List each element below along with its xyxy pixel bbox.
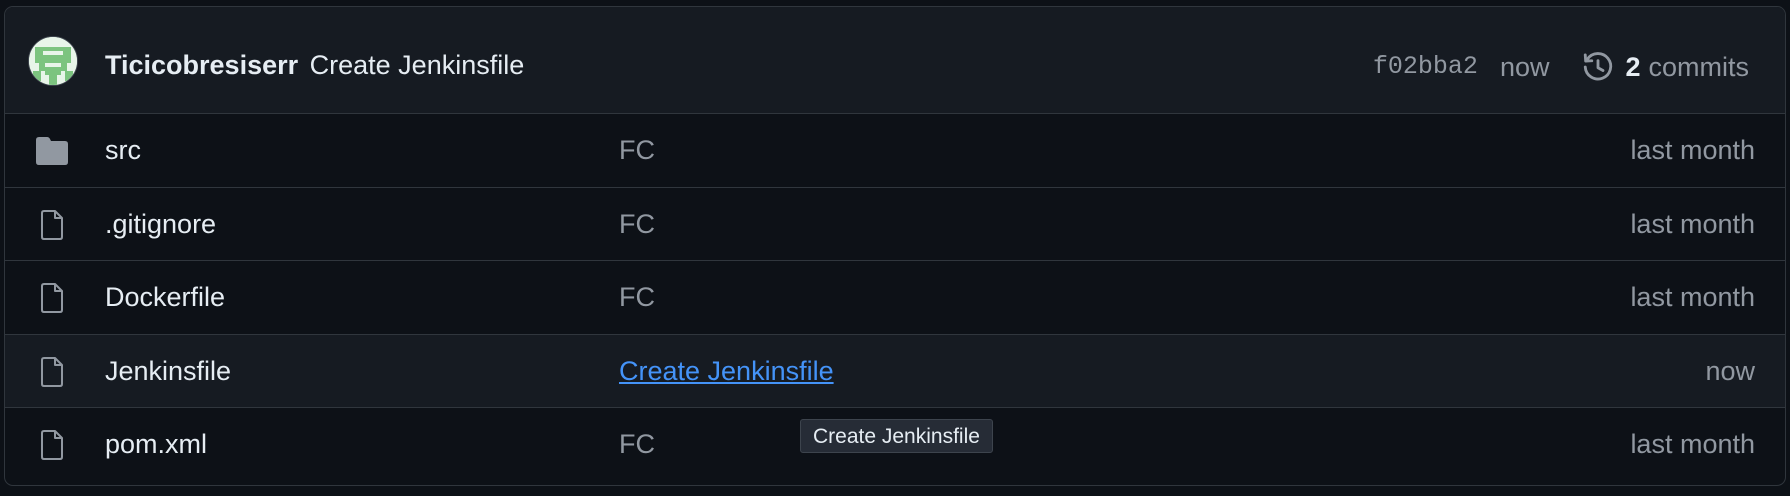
file-name[interactable]: pom.xml: [105, 428, 207, 460]
history-icon: [1584, 52, 1613, 81]
file-commit-message[interactable]: FC: [619, 134, 655, 166]
commits-label: commits: [1648, 52, 1750, 82]
file-icon: [41, 283, 63, 313]
latest-commit-bar: Ticicobresiserr Create Jenkinsfile f02bb…: [5, 7, 1785, 114]
file-commit-age: last month: [1630, 429, 1755, 459]
commit-message-tooltip: Create Jenkinsfile: [800, 419, 993, 453]
identicon-avatar-icon: [29, 37, 77, 85]
file-row-jenkinsfile[interactable]: Jenkinsfile Create Jenkinsfile now: [5, 334, 1785, 408]
file-commit-age: last month: [1630, 282, 1755, 312]
commits-count: 2: [1625, 52, 1641, 82]
file-row-gitignore[interactable]: .gitignore FC last month: [5, 188, 1785, 261]
commit-time: now: [1499, 52, 1550, 82]
file-commit-message-link[interactable]: Create Jenkinsfile: [619, 355, 834, 387]
file-row-src[interactable]: src FC last month: [5, 114, 1785, 188]
file-commit-message[interactable]: FC: [619, 281, 655, 313]
commit-meta: f02bba2 now 2 commits: [1373, 50, 1749, 84]
file-commit-message[interactable]: FC: [619, 428, 655, 460]
file-commit-age: last month: [1630, 208, 1755, 239]
commit-author[interactable]: Ticicobresiserr: [105, 50, 298, 80]
file-browser: Ticicobresiserr Create Jenkinsfile f02bb…: [4, 6, 1786, 486]
latest-commit-summary: Ticicobresiserr Create Jenkinsfile: [105, 50, 524, 80]
file-name[interactable]: src: [105, 134, 141, 166]
file-icon: [41, 209, 63, 240]
file-icon: [41, 430, 63, 460]
file-name[interactable]: .gitignore: [105, 208, 216, 240]
commits-history-link[interactable]: 2 commits: [1581, 50, 1749, 84]
folder-icon: [36, 137, 68, 165]
file-name[interactable]: Jenkinsfile: [105, 355, 231, 387]
file-row-dockerfile[interactable]: Dockerfile FC last month: [5, 261, 1785, 335]
file-commit-age: now: [1705, 355, 1755, 386]
commit-sha[interactable]: f02bba2: [1373, 52, 1478, 82]
file-commit-message[interactable]: FC: [619, 208, 655, 240]
commit-message[interactable]: Create Jenkinsfile: [310, 50, 525, 80]
file-icon: [41, 356, 63, 387]
file-name[interactable]: Dockerfile: [105, 281, 225, 313]
file-commit-age: last month: [1630, 135, 1755, 165]
author-avatar[interactable]: [28, 36, 78, 86]
